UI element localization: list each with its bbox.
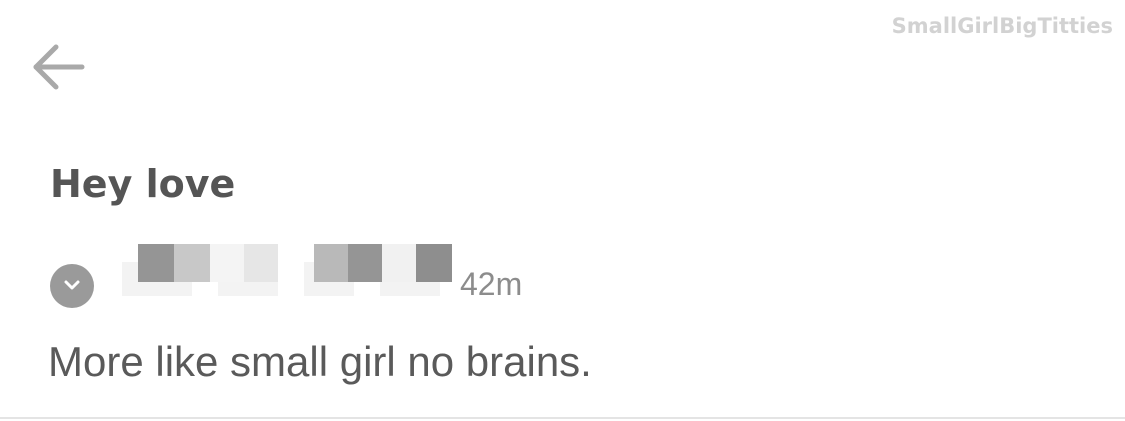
redacted-author-name[interactable] — [138, 244, 458, 282]
watermark: SmallGirlBigTitties — [891, 14, 1113, 38]
comment-meta-row: 42m — [50, 236, 610, 312]
comment-screen: SmallGirlBigTitties Hey love 42m More li… — [0, 0, 1125, 421]
back-button[interactable] — [30, 38, 88, 96]
expand-button[interactable] — [50, 264, 94, 308]
arrow-left-icon — [33, 44, 85, 90]
comment-timestamp: 42m — [460, 266, 523, 302]
comment-body: More like small girl no brains. — [48, 338, 592, 385]
divider — [0, 417, 1125, 419]
chevron-down-icon — [64, 280, 80, 290]
comment-title: Hey love — [50, 162, 236, 206]
